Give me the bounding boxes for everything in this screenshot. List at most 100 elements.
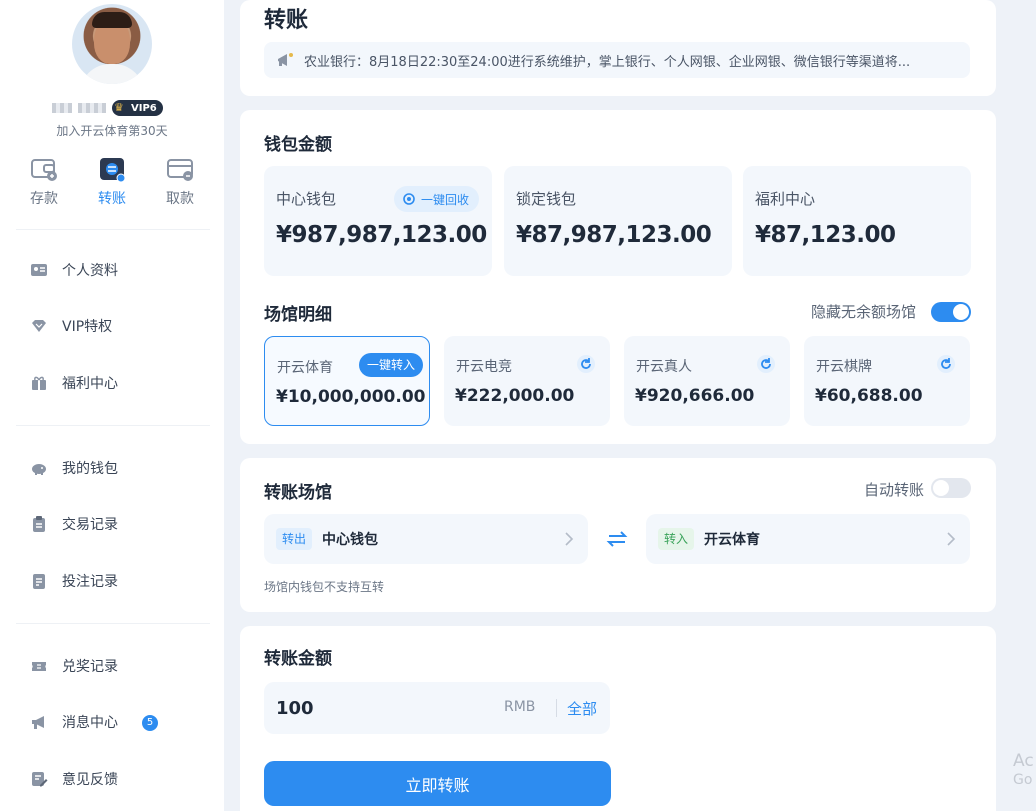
menu-label: 福利中心: [62, 376, 118, 392]
hide-empty-toggle[interactable]: [931, 302, 971, 322]
all-amount-button[interactable]: 全部: [567, 698, 597, 719]
ticket-icon: [30, 657, 48, 675]
venue-value: ¥222,000.00: [455, 386, 575, 406]
notice-bar[interactable]: 农业银行：8月18日22:30至24:00进行系统维护，掌上银行、个人网银、企业…: [264, 42, 970, 78]
vip-crown-icon: ♛: [114, 101, 124, 114]
transfer-icon: [98, 156, 126, 183]
transfer-in-select[interactable]: 转入 开云体育: [646, 514, 970, 564]
menu-item-rewards[interactable]: 兑奖记录: [30, 654, 118, 678]
watermark-text: Ac: [1013, 751, 1034, 771]
menu-label: 我的钱包: [62, 461, 118, 477]
chevron-right-icon: [564, 531, 574, 547]
quick-label: 存款: [30, 191, 58, 207]
menu-label: VIP特权: [62, 319, 113, 335]
in-tag: 转入: [658, 528, 695, 550]
quick-deposit-button[interactable]: 存款: [14, 156, 74, 208]
refresh-icon[interactable]: [576, 354, 596, 374]
avatar[interactable]: [72, 4, 152, 84]
menu-item-messages[interactable]: 消息中心: [30, 710, 118, 734]
menu-label: 兑奖记录: [62, 659, 118, 675]
diamond-icon: [30, 317, 48, 335]
amount-input[interactable]: [276, 692, 476, 724]
one-click-recall-button[interactable]: 一键回收: [394, 186, 480, 212]
quick-withdraw-button[interactable]: 取款: [150, 156, 210, 208]
quick-actions: 存款 转账 取款: [14, 156, 210, 208]
one-click-transfer-in-button[interactable]: 一键转入: [359, 353, 424, 377]
menu-item-bets[interactable]: 投注记录: [30, 569, 118, 593]
in-value: 开云体育: [704, 532, 760, 548]
masked-username: [78, 103, 106, 113]
venue-value: ¥10,000,000.00: [276, 387, 426, 407]
quick-transfer-button[interactable]: 转账: [82, 156, 142, 208]
menu-item-transactions[interactable]: 交易记录: [30, 512, 118, 536]
avatar-hair: [92, 12, 132, 28]
submit-transfer-button[interactable]: 立即转账: [264, 761, 611, 806]
joined-days: 加入开云体育第30天: [56, 124, 168, 138]
transfer-out-select[interactable]: 转出 中心钱包: [264, 514, 588, 564]
divider: [556, 699, 557, 717]
menu-label: 投注记录: [62, 574, 118, 590]
auto-transfer-label: 自动转账: [864, 481, 925, 499]
out-value: 中心钱包: [322, 532, 378, 548]
chevron-right-icon: [946, 531, 956, 547]
transfer-hint: 场馆内钱包不支持互转: [264, 580, 385, 594]
refresh-icon[interactable]: [756, 354, 776, 374]
wallet-label: 福利中心: [755, 190, 816, 208]
hide-empty-label: 隐藏无余额场馆: [811, 303, 917, 321]
speaker-icon: [276, 51, 296, 69]
locked-wallet-box: 锁定钱包 ¥87,987,123.00: [504, 166, 732, 276]
venue-card-sports[interactable]: 开云体育 一键转入 ¥10,000,000.00: [264, 336, 430, 426]
venue-label: 开云真人: [636, 359, 692, 375]
vip-badge: ♛ VIP6: [112, 100, 163, 116]
watermark-text: Go: [1013, 772, 1033, 788]
menu-item-wallet[interactable]: 我的钱包: [30, 456, 118, 480]
menu-item-welfare[interactable]: 福利中心: [30, 371, 118, 395]
venue-card-chess[interactable]: 开云棋牌 ¥60,688.00: [804, 336, 970, 426]
menu-item-profile[interactable]: 个人资料: [30, 258, 118, 282]
toggle-knob: [933, 480, 949, 496]
feedback-icon: [30, 770, 48, 788]
gift-icon: [30, 374, 48, 392]
clipboard-icon: [30, 515, 48, 533]
venue-label: 开云电竞: [456, 359, 512, 375]
refresh-icon[interactable]: [936, 354, 956, 374]
venue-value: ¥920,666.00: [635, 386, 755, 406]
venue-value: ¥60,688.00: [815, 386, 923, 406]
recall-icon: [402, 192, 416, 206]
notice-text: 农业银行：8月18日22:30至24:00进行系统维护，掌上银行、个人网银、企业…: [304, 54, 911, 70]
message-count-badge: 5: [142, 715, 158, 731]
venue-card-live[interactable]: 开云真人 ¥920,666.00: [624, 336, 790, 426]
amount-section-title: 转账金额: [264, 649, 332, 669]
center-wallet-box: 中心钱包 一键回收 ¥987,987,123.00: [264, 166, 492, 276]
menu-item-vip[interactable]: VIP特权: [30, 314, 112, 338]
wallet-deposit-icon: [30, 156, 58, 182]
megaphone-icon: [30, 713, 48, 731]
piggy-bank-icon: [30, 459, 48, 477]
menu-item-feedback[interactable]: 意见反馈: [30, 767, 118, 791]
menu-label: 意见反馈: [62, 772, 118, 788]
amount-unit: RMB: [504, 699, 536, 715]
wallet-section-title: 钱包金额: [264, 135, 332, 155]
wallet-value: ¥987,987,123.00: [276, 222, 487, 248]
wallet-label: 中心钱包: [276, 190, 337, 208]
venues-section-title: 场馆明细: [264, 305, 332, 325]
sidebar: ♛ VIP6 加入开云体育第30天 存款 转账 取款 个人资料 VIP特权 福利…: [0, 0, 224, 811]
menu-label: 个人资料: [62, 263, 118, 279]
menu-label: 交易记录: [62, 517, 118, 533]
venue-label: 开云棋牌: [816, 359, 872, 375]
venue-card-esports[interactable]: 开云电竞 ¥222,000.00: [444, 336, 610, 426]
divider: [16, 425, 210, 426]
avatar-shirt: [80, 64, 144, 84]
wallet-label: 锁定钱包: [516, 190, 577, 208]
document-icon: [30, 572, 48, 590]
vip-label: VIP6: [131, 102, 157, 114]
swap-icon[interactable]: [606, 529, 628, 549]
menu-label: 消息中心: [62, 715, 118, 731]
page-title: 转账: [264, 8, 309, 33]
welfare-wallet-box: 福利中心 ¥87,123.00: [743, 166, 971, 276]
recall-label: 一键回收: [421, 192, 470, 207]
auto-transfer-toggle[interactable]: [931, 478, 971, 498]
toggle-knob: [953, 304, 969, 320]
divider: [16, 623, 210, 624]
wallet-value: ¥87,123.00: [755, 222, 896, 248]
